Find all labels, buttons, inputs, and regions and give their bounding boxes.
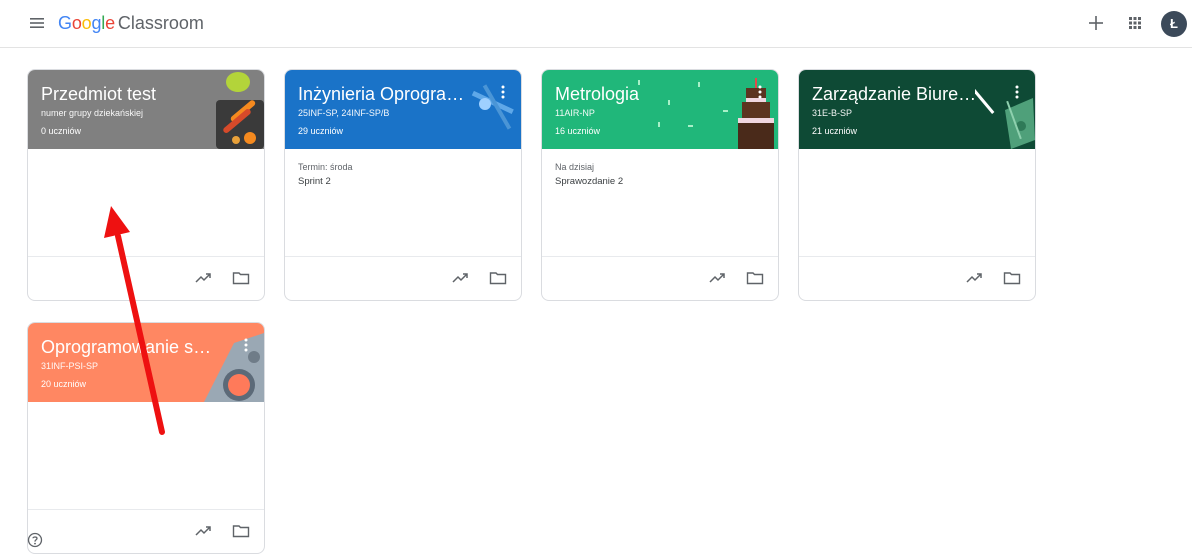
class-card-body: [799, 149, 1035, 257]
more-vert-icon[interactable]: [499, 84, 507, 100]
class-card-zarzadzanie[interactable]: Zarządzanie Biurem ... 31E-B-SP 21 uczni…: [798, 69, 1036, 301]
more-vert-icon[interactable]: [242, 337, 250, 353]
class-title[interactable]: Zarządzanie Biurem ...: [812, 82, 987, 106]
class-card-metrologia[interactable]: Metrologia 11AIR-NP 16 uczniów Na dzisia…: [541, 69, 779, 301]
class-section: numer grupy dziekańskiej: [41, 108, 144, 118]
class-card-footer: [542, 257, 778, 300]
class-card-body: Termin: środa Sprint 2: [285, 149, 521, 257]
student-count: 0 uczniów: [41, 126, 82, 136]
class-section: 31E-B-SP: [812, 108, 853, 118]
help-icon[interactable]: [27, 532, 43, 548]
class-card-inzynieria[interactable]: Inżynieria Oprogram... 25INF-SP, 24INF-S…: [284, 69, 522, 301]
student-count: 16 uczniów: [555, 126, 601, 136]
more-vert-icon[interactable]: [1013, 84, 1021, 100]
class-card-footer: [28, 510, 264, 553]
class-section: 31INF-PSI-SP: [41, 361, 99, 371]
top-app-bar: Google Classroom Ł: [0, 0, 1192, 48]
folder-icon[interactable]: [232, 271, 250, 285]
class-title[interactable]: Przedmiot test: [41, 82, 216, 106]
class-card-oprogramowanie[interactable]: Oprogramowanie sys... 31INF-PSI-SP 20 uc…: [27, 322, 265, 554]
student-count: 21 uczniów: [812, 126, 858, 136]
class-card-header[interactable]: Oprogramowanie sys... 31INF-PSI-SP 20 uc…: [28, 323, 264, 402]
class-card-header[interactable]: Zarządzanie Biurem ... 31E-B-SP 21 uczni…: [799, 70, 1035, 149]
class-card-footer: [799, 257, 1035, 300]
class-title[interactable]: Oprogramowanie sys...: [41, 335, 216, 359]
google-letter: g: [91, 13, 102, 33]
more-vert-icon[interactable]: [756, 84, 764, 100]
trending-icon[interactable]: [965, 271, 983, 285]
class-title[interactable]: Metrologia: [555, 82, 730, 106]
folder-icon[interactable]: [232, 524, 250, 538]
class-card-header[interactable]: Metrologia 11AIR-NP 16 uczniów: [542, 70, 778, 149]
trending-icon[interactable]: [194, 271, 212, 285]
google-letter: G: [58, 13, 72, 33]
google-letter: e: [105, 13, 115, 33]
student-count: 29 uczniów: [298, 126, 344, 136]
student-count: 20 uczniów: [41, 379, 87, 389]
menu-icon[interactable]: [28, 14, 46, 32]
google-letter: o: [81, 13, 92, 33]
class-card-przedmiot-test[interactable]: Przedmiot test numer grupy dziekańskiej …: [27, 69, 265, 301]
class-section: 11AIR-NP: [555, 108, 595, 118]
due-assignment-link[interactable]: Sprint 2: [298, 174, 508, 189]
classroom-wordmark: Classroom: [117, 13, 204, 33]
folder-icon[interactable]: [489, 271, 507, 285]
class-card-footer: [28, 257, 264, 300]
due-label: Termin: środa: [298, 162, 353, 172]
account-avatar[interactable]: Ł: [1161, 11, 1187, 37]
class-card-body: [28, 402, 264, 510]
trending-icon[interactable]: [194, 524, 212, 538]
plus-icon[interactable]: [1085, 12, 1107, 34]
class-card-body: Na dzisiaj Sprawozdanie 2: [542, 149, 778, 257]
trending-icon[interactable]: [708, 271, 726, 285]
class-card-header[interactable]: Inżynieria Oprogram... 25INF-SP, 24INF-S…: [285, 70, 521, 149]
class-title[interactable]: Inżynieria Oprogram...: [298, 82, 473, 106]
folder-icon[interactable]: [746, 271, 764, 285]
folder-icon[interactable]: [1003, 271, 1021, 285]
google-classroom-logo[interactable]: Google Classroom: [58, 12, 204, 34]
class-section: 25INF-SP, 24INF-SP/B: [298, 108, 390, 118]
due-label: Na dzisiaj: [555, 162, 595, 172]
class-card-footer: [285, 257, 521, 300]
google-wordmark: Google: [58, 13, 115, 33]
trending-icon[interactable]: [451, 271, 469, 285]
google-letter: o: [71, 13, 82, 33]
due-assignment-link[interactable]: Sprawozdanie 2: [555, 174, 765, 189]
class-card-body: [28, 149, 264, 257]
apps-grid-icon[interactable]: [1126, 14, 1144, 32]
class-card-header[interactable]: Przedmiot test numer grupy dziekańskiej …: [28, 70, 264, 149]
